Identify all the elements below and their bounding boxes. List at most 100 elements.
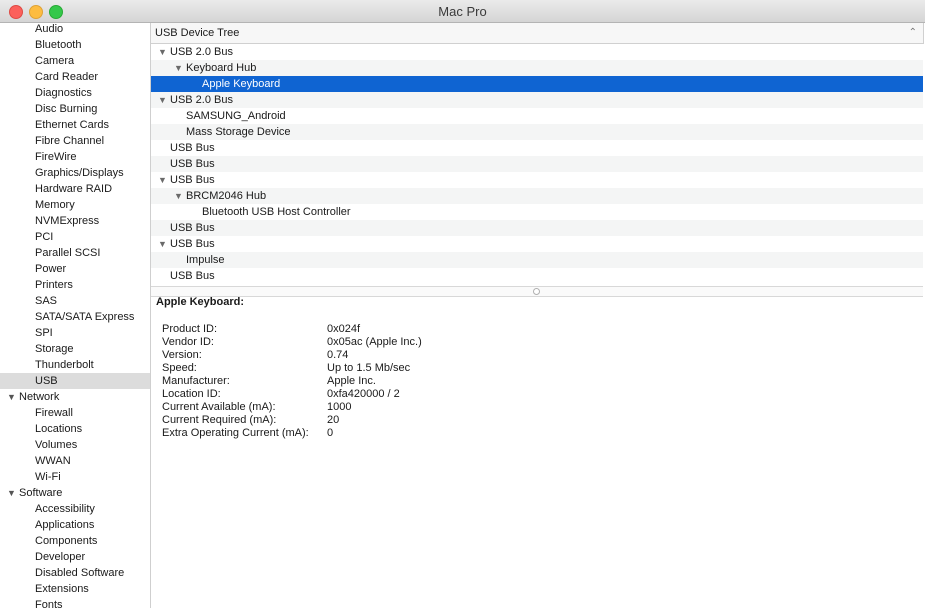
tree-row-usb-bus[interactable]: USB Bus: [151, 220, 923, 236]
splitter-handle-icon[interactable]: [533, 288, 540, 295]
disclosure-triangle-icon[interactable]: ▼: [7, 485, 16, 501]
tree-row-usb-bus[interactable]: ▼ USB Bus: [151, 172, 923, 188]
sidebar-item-graphics-displays[interactable]: Graphics/Displays: [0, 165, 150, 181]
sort-chevron-icon[interactable]: ⌃: [909, 23, 917, 43]
tree-row-keyboard-hub[interactable]: ▼ Keyboard Hub: [151, 60, 923, 76]
sidebar-item-label: SATA/SATA Express: [35, 311, 135, 323]
tree-row-apple-keyboard[interactable]: Apple Keyboard: [151, 76, 923, 92]
sidebar-item-accessibility[interactable]: Accessibility: [0, 501, 150, 517]
sidebar-item-developer[interactable]: Developer: [0, 549, 150, 565]
sidebar-item-usb[interactable]: USB: [0, 373, 150, 389]
sidebar-item-label: Printers: [35, 279, 73, 291]
sidebar-item-label: Locations: [35, 423, 83, 435]
disclosure-triangle-icon[interactable]: ▼: [158, 172, 167, 188]
tree-row-usb-bus[interactable]: USB Bus: [151, 156, 923, 172]
sidebar-item-wwan[interactable]: WWAN: [0, 453, 150, 469]
tree-row-samsung-android[interactable]: SAMSUNG_Android: [151, 108, 923, 124]
detail-key: Speed:: [162, 362, 197, 374]
sidebar-item-label: Wi-Fi: [35, 471, 61, 483]
sidebar-item-disc-burning[interactable]: Disc Burning: [0, 101, 150, 117]
tree-row-label: Mass Storage Device: [186, 126, 291, 138]
sidebar-item-sas[interactable]: SAS: [0, 293, 150, 309]
sidebar-item-label: Memory: [35, 199, 75, 211]
sidebar-item-label: Audio: [35, 23, 64, 35]
sidebar-item-firewire[interactable]: FireWire: [0, 149, 150, 165]
tree-row-impulse[interactable]: Impulse: [151, 252, 923, 268]
sidebar-item-label: Fonts: [35, 599, 63, 608]
sidebar-item-label: PCI: [35, 231, 54, 243]
sidebar-item-label: Camera: [35, 55, 75, 67]
sidebar-item-thunderbolt[interactable]: Thunderbolt: [0, 357, 150, 373]
tree-header-label: USB Device Tree: [155, 27, 240, 39]
tree-row-label: Apple Keyboard: [202, 78, 281, 90]
tree-row-label: USB Bus: [170, 222, 215, 234]
sidebar-item-label: Applications: [35, 519, 95, 531]
sidebar-item-firewall[interactable]: Firewall: [0, 405, 150, 421]
sidebar-item-disabled-software[interactable]: Disabled Software: [0, 565, 150, 581]
sidebar-item-label: Storage: [35, 343, 74, 355]
tree-row-usb-bus[interactable]: ▼ USB Bus: [151, 236, 923, 252]
tree-row-label: USB Bus: [170, 158, 215, 170]
sidebar-section-software[interactable]: ▼ Software: [0, 485, 150, 501]
usb-device-tree-header[interactable]: USB Device Tree ⌃: [151, 23, 924, 44]
tree-row-usb-bus[interactable]: USB Bus: [151, 140, 923, 156]
sidebar-item-wi-fi[interactable]: Wi-Fi: [0, 469, 150, 485]
sidebar-item-power[interactable]: Power: [0, 261, 150, 277]
sidebar-item-diagnostics[interactable]: Diagnostics: [0, 85, 150, 101]
sidebar-item-spi[interactable]: SPI: [0, 325, 150, 341]
sidebar-section-network[interactable]: ▼ Network: [0, 389, 150, 405]
sidebar-item-label: Parallel SCSI: [35, 247, 101, 259]
sidebar-item-ethernet-cards[interactable]: Ethernet Cards: [0, 117, 150, 133]
main-pane: USB Device Tree ⌃ ▼ USB 2.0 Bus ▼ Keyboard …: [151, 23, 925, 608]
sidebar-item-label: Developer: [35, 551, 86, 563]
detail-value: Apple Inc.: [327, 375, 376, 387]
sidebar-item-sata-sata-express[interactable]: SATA/SATA Express: [0, 309, 150, 325]
sidebar-item-printers[interactable]: Printers: [0, 277, 150, 293]
sidebar-item-hardware-raid[interactable]: Hardware RAID: [0, 181, 150, 197]
sidebar-item-fonts[interactable]: Fonts: [0, 597, 150, 608]
tree-row-usb-bus[interactable]: USB Bus: [151, 268, 923, 284]
disclosure-triangle-icon[interactable]: ▼: [158, 44, 167, 60]
disclosure-triangle-icon[interactable]: ▼: [7, 389, 16, 405]
sidebar-item-card-reader[interactable]: Card Reader: [0, 69, 150, 85]
detail-value: 0x05ac (Apple Inc.): [327, 336, 422, 348]
detail-value: 0: [327, 427, 334, 439]
detail-key: Vendor ID:: [162, 336, 214, 348]
sidebar-item-camera[interactable]: Camera: [0, 53, 150, 69]
sidebar-section-label: Software: [19, 487, 63, 499]
detail-value: Up to 1.5 Mb/sec: [327, 362, 411, 374]
sidebar-item-fibre-channel[interactable]: Fibre Channel: [0, 133, 150, 149]
tree-row-bluetooth-usb-host-controller[interactable]: Bluetooth USB Host Controller: [151, 204, 923, 220]
sidebar-item-nvmexpress[interactable]: NVMExpress: [0, 213, 150, 229]
sidebar-item-audio[interactable]: Audio: [0, 23, 150, 37]
disclosure-triangle-icon[interactable]: ▼: [158, 236, 167, 252]
tree-row-mass-storage-device[interactable]: Mass Storage Device: [151, 124, 923, 140]
tree-row-usb-2-0-bus[interactable]: ▼ USB 2.0 Bus: [151, 44, 923, 60]
detail-key: Version:: [162, 349, 202, 361]
disclosure-triangle-icon[interactable]: ▼: [158, 92, 167, 108]
detail-value: 1000: [327, 401, 352, 413]
tree-row-usb-2-0-bus[interactable]: ▼ USB 2.0 Bus: [151, 92, 923, 108]
disclosure-triangle-icon[interactable]: ▼: [174, 60, 183, 76]
sidebar-item-components[interactable]: Components: [0, 533, 150, 549]
system-information-window: Mac Pro Audio Bluetooth Camera Card Reader D…: [0, 0, 925, 608]
sidebar-item-label: WWAN: [35, 455, 71, 467]
sidebar-item-pci[interactable]: PCI: [0, 229, 150, 245]
sidebar-item-label: Accessibility: [35, 503, 95, 515]
title-bar: Mac Pro: [0, 0, 925, 23]
sidebar-item-volumes[interactable]: Volumes: [0, 437, 150, 453]
disclosure-triangle-icon[interactable]: ▼: [174, 188, 183, 204]
sidebar-item-parallel-scsi[interactable]: Parallel SCSI: [0, 245, 150, 261]
sidebar-item-locations[interactable]: Locations: [0, 421, 150, 437]
window-title: Mac Pro: [438, 4, 487, 19]
detail-key: Current Available (mA):: [162, 401, 276, 413]
detail-value: 0x024f: [327, 323, 361, 335]
tree-row-brcm2046-hub[interactable]: ▼ BRCM2046 Hub: [151, 188, 923, 204]
sidebar-item-memory[interactable]: Memory: [0, 197, 150, 213]
sidebar-item-label: Graphics/Displays: [35, 167, 124, 179]
sidebar-item-applications[interactable]: Applications: [0, 517, 150, 533]
sidebar-item-extensions[interactable]: Extensions: [0, 581, 150, 597]
sidebar-item-bluetooth[interactable]: Bluetooth: [0, 37, 150, 53]
sidebar-item-storage[interactable]: Storage: [0, 341, 150, 357]
detail-key: Location ID:: [162, 388, 221, 400]
